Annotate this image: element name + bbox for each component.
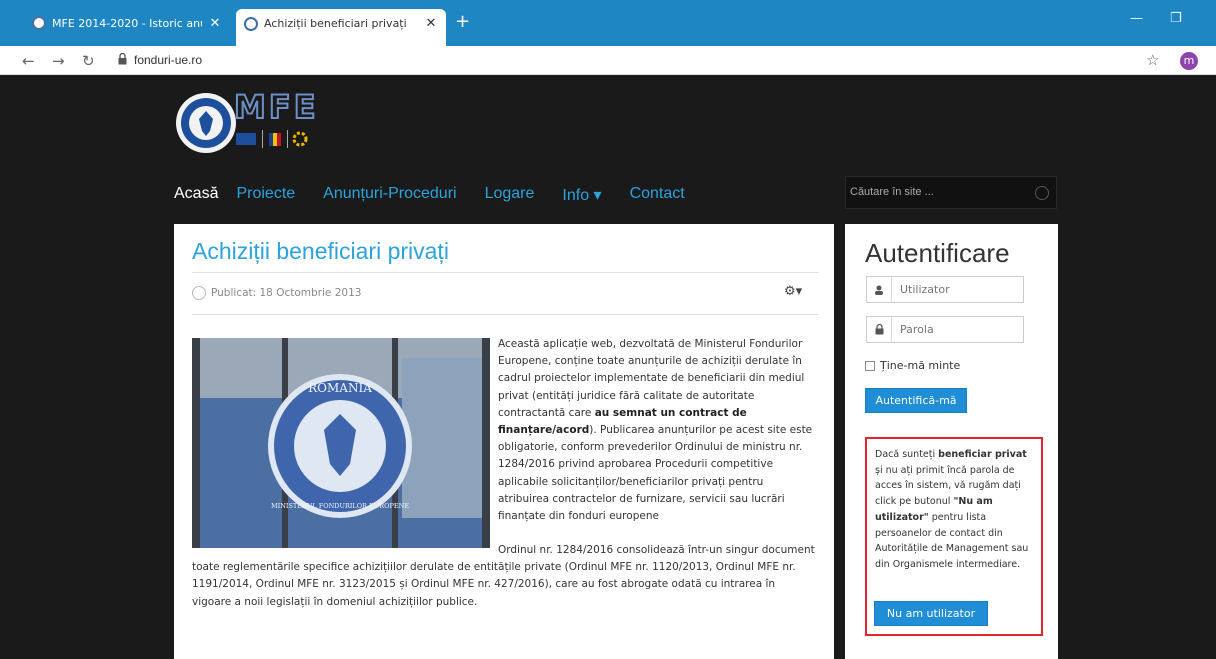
- remember-me[interactable]: Ține-mă minte: [865, 359, 960, 372]
- bookmark-star-icon[interactable]: ☆: [1146, 51, 1159, 69]
- divider: [192, 314, 819, 315]
- browser-tab-bar: MFE 2014-2020 - Istoric anunțuri ✕ Achiz…: [0, 0, 1216, 46]
- browser-tab-istoric[interactable]: MFE 2014-2020 - Istoric anunțuri ✕: [24, 9, 230, 37]
- divider: [192, 272, 819, 273]
- nav-item-anunturi[interactable]: Anunțuri-Proceduri: [323, 185, 456, 205]
- close-icon[interactable]: ✕: [424, 16, 438, 31]
- mfe-logo[interactable]: MFE: [175, 86, 375, 166]
- profile-avatar[interactable]: m: [1180, 52, 1198, 70]
- site-favicon-icon: [244, 16, 258, 31]
- username-field[interactable]: [866, 276, 1024, 303]
- login-title: Autentificare: [865, 238, 1010, 268]
- text-segment: și nu ați primit încă parola de acces în…: [875, 464, 1021, 508]
- minimize-icon[interactable]: —: [1130, 11, 1143, 26]
- remember-checkbox[interactable]: [865, 360, 875, 371]
- url-text[interactable]: fonduri-ue.ro: [134, 53, 202, 67]
- restore-icon[interactable]: ❐: [1170, 11, 1182, 26]
- article-paragraph-2: Ordinul nr. 1284/2016 consolidează într-…: [192, 544, 815, 608]
- close-icon[interactable]: ✕: [208, 16, 222, 31]
- no-account-button[interactable]: Nu am utilizator: [874, 601, 988, 626]
- site-favicon-icon: [32, 16, 46, 30]
- reload-icon[interactable]: ↻: [82, 52, 95, 70]
- publish-date: Publicat: 18 Octombrie 2013: [211, 287, 362, 299]
- nav-item-info[interactable]: Info ▾: [562, 185, 601, 205]
- tab-title: MFE 2014-2020 - Istoric anunțuri: [52, 16, 202, 30]
- publish-info: Publicat: 18 Octombrie 2013: [192, 286, 361, 300]
- password-input[interactable]: [892, 323, 1022, 336]
- emblem-bottom-text: MINISTERUL FONDURILOR EUROPENE: [271, 502, 409, 510]
- lock-icon: [118, 53, 127, 65]
- page-content: MFE Acasă Proiecte Anunțuri-Proceduri Lo…: [0, 76, 1216, 659]
- emblem-top-text: ROMANIA: [308, 381, 372, 395]
- article-paragraph-1: Această aplicație web, dezvoltată de Min…: [498, 336, 814, 525]
- remember-label: Ține-mă minte: [880, 359, 961, 372]
- back-arrow-icon[interactable]: ←: [22, 52, 35, 70]
- article-panel: Achiziții beneficiari privați Publicat: …: [174, 224, 834, 659]
- lock-icon: [867, 317, 892, 342]
- login-button[interactable]: Autentifică-mă: [865, 388, 967, 413]
- text-segment: ). Publicarea anunțurilor pe acest site …: [498, 424, 813, 523]
- text-segment: Dacă sunteți: [875, 449, 939, 460]
- tab-title: Achiziții beneficiari privați: [264, 17, 407, 30]
- clock-icon: [192, 286, 206, 300]
- nav-item-proiecte[interactable]: Proiecte: [236, 185, 295, 205]
- user-icon: [867, 277, 892, 302]
- text-bold: beneficiar privat: [938, 449, 1027, 460]
- search-icon[interactable]: [1035, 186, 1049, 200]
- password-field[interactable]: [866, 316, 1024, 343]
- new-tab-button[interactable]: +: [455, 13, 470, 31]
- ministry-emblem-photo: ROMANIA MINISTERUL FONDURILOR EUROPENE: [192, 338, 490, 548]
- address-bar: ← → ↻ fonduri-ue.ro ☆ m: [0, 46, 1216, 75]
- main-nav: Acasă Proiecte Anunțuri-Proceduri Logare…: [174, 185, 713, 205]
- nav-item-contact[interactable]: Contact: [630, 185, 685, 205]
- page-title: Achiziții beneficiari privați: [192, 238, 449, 264]
- nav-item-acasa[interactable]: Acasă: [174, 185, 218, 205]
- browser-tab-achizitii[interactable]: Achiziții beneficiari privați ✕: [236, 9, 446, 46]
- site-search-input[interactable]: Căutare în site ...: [845, 176, 1057, 209]
- login-panel: Autentificare Ține-mă minte Autentifică-…: [845, 224, 1058, 659]
- gear-icon[interactable]: ⚙▾: [784, 284, 802, 299]
- username-input[interactable]: [892, 283, 1022, 296]
- forward-arrow-icon[interactable]: →: [52, 52, 65, 70]
- logo-text: MFE: [234, 88, 319, 126]
- nav-item-logare[interactable]: Logare: [485, 185, 535, 205]
